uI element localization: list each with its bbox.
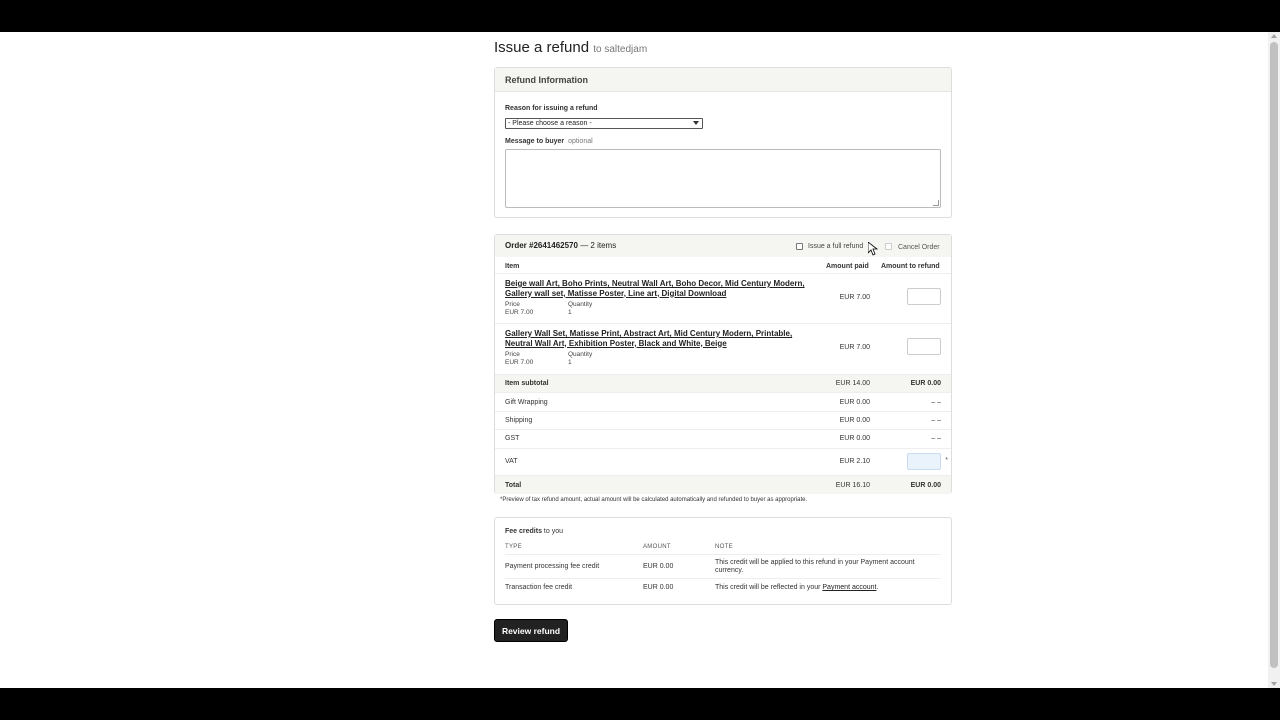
fee-note: This credit will be reflected in your Pa…: [715, 584, 878, 591]
fee-credits-title: Fee credits to you: [505, 528, 563, 535]
page-title-text: Issue a refund: [494, 39, 590, 56]
vertical-scrollbar[interactable]: [1268, 32, 1280, 688]
refund-information-heading: Refund Information: [495, 68, 951, 92]
fee-row: Payment processing fee credit EUR 0.00 T…: [505, 554, 941, 578]
payment-account-link[interactable]: Payment account: [822, 584, 876, 591]
item-price: Price EUR 7.00: [505, 301, 533, 317]
summary-row-shipping: Shipping EUR 0.00 – –: [495, 411, 951, 429]
summary-refund: EUR 0.00: [910, 380, 941, 387]
item-amount-paid: EUR 7.00: [839, 294, 870, 301]
page-title: Issue a refund to saltedjam: [494, 39, 647, 56]
item-price-value: EUR 7.00: [505, 359, 534, 366]
chevron-down-icon: [693, 121, 699, 125]
scroll-up-arrow-icon[interactable]: [1271, 34, 1277, 38]
full-refund-label[interactable]: Issue a full refund: [808, 243, 863, 250]
full-refund-checkbox[interactable]: [796, 243, 803, 250]
fee-note-prefix: This credit will be reflected in your: [715, 584, 823, 591]
fee-amount: EUR 0.00: [643, 584, 674, 591]
page-viewport: Issue a refund to saltedjam Refund Infor…: [0, 32, 1280, 688]
item-title-link[interactable]: Beige wall Art, Boho Prints, Neutral Wal…: [505, 279, 805, 298]
cancel-order-label[interactable]: Cancel Order: [898, 244, 940, 251]
fee-credits-title-bold: Fee credits: [505, 528, 542, 535]
item-quantity-value: 1: [568, 359, 572, 366]
scroll-down-arrow-icon[interactable]: [1271, 682, 1277, 686]
summary-row-total: Total EUR 16.10 EUR 0.00: [495, 475, 951, 494]
order-title: Order #2641462570 — 2 items: [505, 241, 616, 250]
fee-type: Payment processing fee credit: [505, 563, 600, 570]
order-item-row: Beige wall Art, Boho Prints, Neutral Wal…: [495, 273, 951, 323]
order-number: Order #2641462570: [505, 241, 578, 250]
summary-refund: – –: [931, 435, 941, 442]
fee-column-type: TYPE: [505, 544, 522, 550]
item-quantity: Quantity 1: [568, 351, 592, 367]
summary-refund: EUR 0.00: [910, 482, 941, 489]
review-refund-button[interactable]: Review refund: [494, 619, 568, 642]
summary-refund: – –: [931, 399, 941, 406]
summary-row-subtotal: Item subtotal EUR 14.00 EUR 0.00: [495, 374, 951, 392]
reason-select-value: - Please choose a reason -: [508, 120, 592, 127]
summary-paid: EUR 0.00: [839, 399, 870, 406]
item-refund-input[interactable]: [907, 338, 941, 355]
tax-footnote: *Preview of tax refund amount, actual am…: [500, 497, 808, 503]
item-price-label: Price: [505, 301, 520, 308]
message-to-buyer-textarea[interactable]: [505, 149, 941, 208]
refund-information-panel: Refund Information Reason for issuing a …: [494, 67, 952, 218]
fee-note-suffix: .: [876, 584, 879, 591]
column-item: Item: [505, 263, 520, 270]
column-amount-paid: Amount paid: [826, 263, 869, 270]
reason-label: Reason for issuing a refund: [505, 105, 598, 112]
fee-row: Transaction fee credit EUR 0.00 This cre…: [505, 578, 941, 597]
order-item-count: — 2 items: [580, 241, 617, 250]
item-price-label: Price: [505, 351, 520, 358]
item-price: Price EUR 7.00: [505, 351, 533, 367]
item-quantity-label: Quantity: [568, 351, 593, 358]
message-optional-hint: optional: [568, 138, 593, 145]
summary-name: Total: [505, 482, 522, 489]
summary-name: Shipping: [505, 417, 533, 424]
summary-paid: EUR 16.10: [835, 482, 870, 489]
cancel-order-checkbox[interactable]: [885, 243, 892, 250]
column-amount-refund: Amount to refund: [881, 263, 940, 270]
summary-row-vat: VAT EUR 2.10 *: [495, 448, 951, 475]
item-price-value: EUR 7.00: [505, 309, 534, 316]
order-panel: Order #2641462570 — 2 items Issue a full…: [494, 234, 952, 494]
fee-note: This credit will be applied to this refu…: [715, 559, 915, 574]
vat-asterisk: *: [945, 457, 948, 464]
scrollbar-thumb[interactable]: [1270, 42, 1278, 668]
summary-name: Gift Wrapping: [505, 399, 548, 406]
item-quantity: Quantity 1: [568, 301, 592, 317]
fee-credits-title-rest: to you: [541, 528, 563, 535]
resize-handle-icon[interactable]: [933, 200, 939, 206]
item-amount-paid: EUR 7.00: [839, 344, 870, 351]
summary-name: GST: [505, 435, 520, 442]
fee-credits-panel: Fee credits to you TYPE AMOUNT NOTE Paym…: [494, 517, 952, 605]
fee-column-note: NOTE: [715, 544, 733, 550]
page-subtitle: to saltedjam: [593, 44, 648, 55]
summary-paid: EUR 14.00: [835, 380, 870, 387]
fee-type: Transaction fee credit: [505, 584, 573, 591]
summary-name: Item subtotal: [505, 380, 549, 387]
item-refund-input[interactable]: [907, 288, 941, 305]
order-item-row: Gallery Wall Set, Matisse Print, Abstrac…: [495, 323, 951, 373]
message-label-text: Message to buyer: [505, 138, 565, 145]
fee-amount: EUR 0.00: [643, 563, 674, 570]
summary-paid: EUR 0.00: [839, 417, 870, 424]
summary-row-gift-wrapping: Gift Wrapping EUR 0.00 – –: [495, 392, 951, 411]
reason-select[interactable]: - Please choose a reason -: [505, 118, 703, 129]
summary-name: VAT: [505, 458, 518, 465]
summary-row-gst: GST EUR 0.00 – –: [495, 429, 951, 448]
message-label: Message to buyer optional: [505, 138, 593, 145]
item-title-link[interactable]: Gallery Wall Set, Matisse Print, Abstrac…: [505, 329, 805, 348]
summary-refund: – –: [931, 417, 941, 424]
item-quantity-label: Quantity: [568, 301, 593, 308]
fee-column-amount: AMOUNT: [643, 544, 671, 550]
item-quantity-value: 1: [568, 309, 572, 316]
summary-paid: EUR 0.00: [839, 435, 870, 442]
vat-refund-input[interactable]: [907, 453, 941, 470]
summary-paid: EUR 2.10: [839, 458, 870, 465]
